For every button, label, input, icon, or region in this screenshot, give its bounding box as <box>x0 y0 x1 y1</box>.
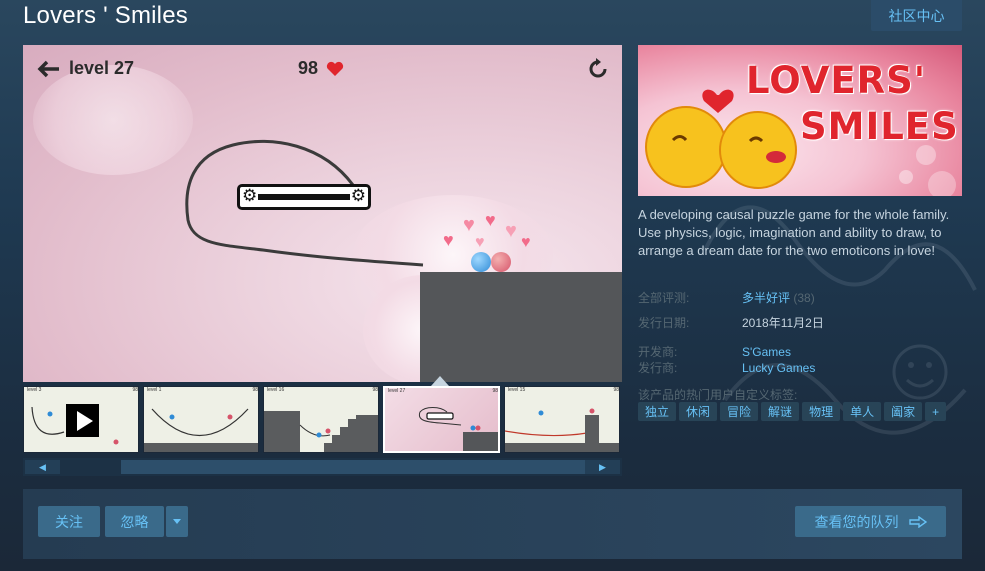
community-hub-button[interactable]: 社区中心 <box>871 0 962 31</box>
thumbnail-video[interactable]: level 3 98 <box>23 386 139 453</box>
reviews-row: 全部评测: 多半好评 (38) <box>638 289 815 306</box>
capsule-title-line1: LOVERS' <box>746 59 927 102</box>
view-queue-label: 查看您的队列 <box>814 513 899 530</box>
queue-action-bar: 关注 忽略 查看您的队列 <box>23 489 962 559</box>
follow-button[interactable]: 关注 <box>38 506 100 537</box>
thumbnail-4-selected[interactable]: level 27 98 <box>383 386 500 453</box>
tag-singleplayer[interactable]: 单人 <box>843 402 882 421</box>
release-row: 发行日期: 2018年11月2日 <box>638 314 824 331</box>
floating-hearts: ♥ ♥ ♥ ♥ ♥ ♥ <box>443 210 531 251</box>
developer-label: 开发商: <box>638 345 678 359</box>
scroll-right-arrow-icon[interactable]: ▶ <box>585 460 620 474</box>
thumbnail-5[interactable]: level 15 98 <box>504 386 620 453</box>
ignore-dropdown-button[interactable] <box>166 506 188 537</box>
blue-smiley <box>471 252 491 272</box>
play-icon[interactable] <box>66 404 99 437</box>
thumbnail-scrollbar[interactable]: ◀ ▶ <box>23 458 622 476</box>
gray-platform <box>420 272 622 382</box>
gear-platform: ⚙ ⚙ <box>237 184 371 210</box>
main-screenshot[interactable]: level 27 98 ⚙ ⚙ ♥ ♥ ♥ ♥ ♥ ♥ <box>23 45 622 382</box>
tag-physics[interactable]: 物理 <box>802 402 841 421</box>
reviews-count: (38) <box>793 291 815 305</box>
reviews-summary[interactable]: 多半好评 <box>742 291 790 305</box>
publisher-row: 发行商: Lucky Games <box>638 359 815 376</box>
selected-thumb-pointer <box>431 376 449 386</box>
publisher-label: 发行商: <box>638 361 678 375</box>
tags-label: 该产品的热门用户自定义标签: <box>638 388 798 402</box>
ignore-button[interactable]: 忽略 <box>105 506 164 537</box>
page-title: Lovers ' Smiles <box>23 2 188 29</box>
view-queue-button[interactable]: 查看您的队列 <box>795 506 946 537</box>
thumbnail-2[interactable]: level 1 98 <box>143 386 259 453</box>
scrollbar-handle[interactable] <box>121 460 585 474</box>
red-smiley <box>491 252 511 272</box>
thumb-drawing <box>264 411 378 452</box>
add-tag-button[interactable]: + <box>925 402 947 421</box>
platform-bar <box>258 194 350 200</box>
developer-link[interactable]: S'Games <box>742 345 791 359</box>
tag-indie[interactable]: 独立 <box>638 402 677 421</box>
arrow-right-icon <box>908 515 927 528</box>
scroll-left-arrow-icon[interactable]: ◀ <box>25 460 60 474</box>
tag-casual[interactable]: 休闲 <box>679 402 718 421</box>
gear-icon: ⚙ <box>350 186 366 205</box>
tags-list: 独立 休闲 冒险 解谜 物理 单人 阖家 + <box>638 402 947 421</box>
tag-adventure[interactable]: 冒险 <box>720 402 759 421</box>
publisher-link[interactable]: Lucky Games <box>742 361 815 375</box>
tag-puzzle[interactable]: 解谜 <box>761 402 800 421</box>
thumbnail-strip: level 3 98 level 1 98 level 16 98 level 27 9… <box>23 386 622 454</box>
gear-icon: ⚙ <box>242 186 258 205</box>
game-description: A developing causal puzzle game for the … <box>638 207 950 258</box>
reviews-label: 全部评测: <box>638 291 690 305</box>
tag-family[interactable]: 阖家 <box>884 402 923 421</box>
thumb-drawing <box>418 407 498 451</box>
release-date: 2018年11月2日 <box>742 316 824 330</box>
developer-row: 开发商: S'Games <box>638 343 791 360</box>
header-capsule-image: LOVERS' SMILES <box>638 45 962 196</box>
capsule-title-line2: SMILES <box>800 105 959 148</box>
chevron-down-icon <box>173 519 181 524</box>
thumbnail-3[interactable]: level 16 98 <box>263 386 379 453</box>
release-label: 发行日期: <box>638 316 690 330</box>
